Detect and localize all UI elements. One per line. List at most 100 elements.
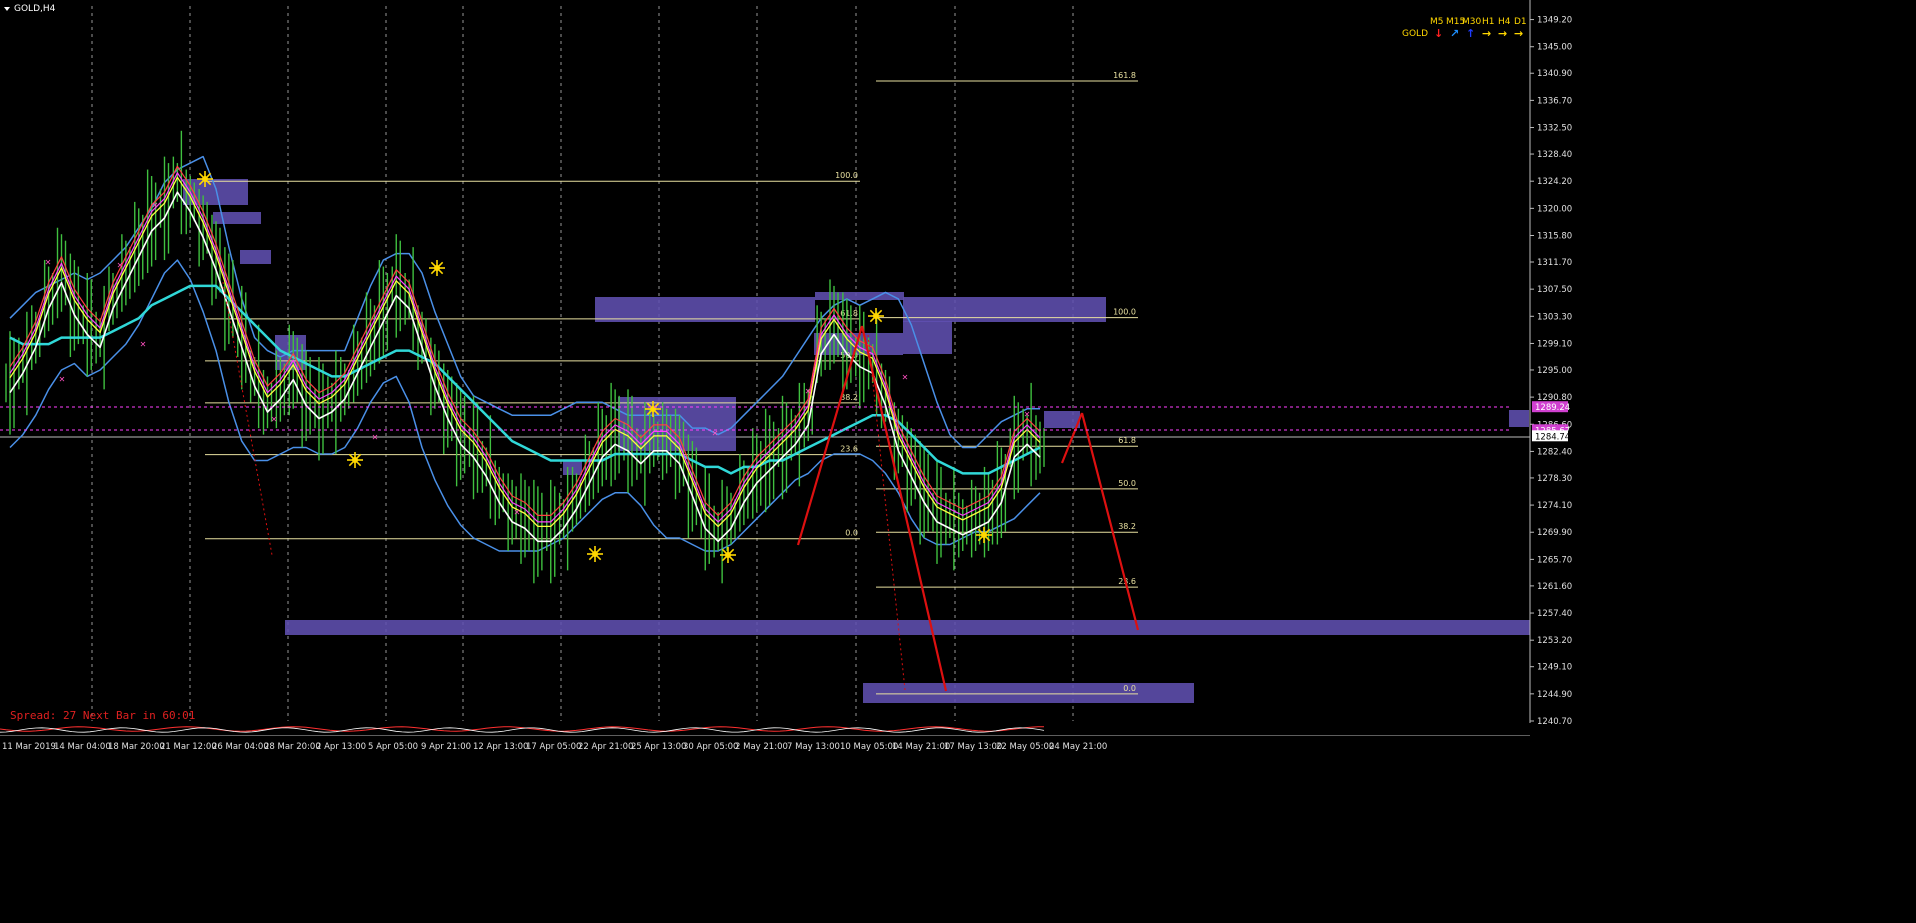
mtf-timeframe-label: M5 <box>1430 17 1444 27</box>
swing-star-icon <box>976 527 992 543</box>
status-text: Spread: 27 Next Bar in 60:01 <box>10 709 195 722</box>
zone-rect <box>240 250 271 264</box>
level-price-text: 1289.24 <box>1535 403 1570 413</box>
y-tick-label: 1253.20 <box>1537 636 1572 646</box>
star-center <box>592 551 598 557</box>
x-tick-label: 24 May 21:00 <box>1049 742 1107 752</box>
mtf-arrow-icon: → <box>1498 27 1507 40</box>
symbol-title: GOLD,H4 <box>14 4 56 14</box>
swing-star-icon <box>587 546 603 562</box>
mtf-timeframe-label: H4 <box>1498 17 1511 27</box>
y-tick-label: 1340.90 <box>1537 69 1572 79</box>
y-tick-label: 1345.00 <box>1537 43 1572 53</box>
x-tick-label: 2 Apr 13:00 <box>316 742 366 752</box>
zone-rect <box>595 297 815 322</box>
fib-level-label: 0.0 <box>1123 684 1136 693</box>
zone-rect <box>903 297 1106 322</box>
zone-rect <box>863 683 1194 703</box>
price-axis: 1349.20 1345.00 1340.90 1336.70 1332.50 1328.… <box>1529 0 1916 923</box>
x-tick-label: 30 Apr 05:00 <box>683 742 738 752</box>
fib-level-label: 23.6 <box>840 445 858 454</box>
swing-star-icon <box>645 401 661 417</box>
swing-star-icon <box>868 308 884 324</box>
zone-rect <box>1044 411 1080 428</box>
cross-marker-icon: ✕ <box>902 373 909 382</box>
current-price-text: 1284.74 <box>1535 432 1570 442</box>
swing-star-icon <box>347 452 363 468</box>
x-tick-label: 12 Apr 13:00 <box>473 742 528 752</box>
x-tick-label: 26 Mar 04:00 <box>212 742 269 752</box>
mtf-timeframe-label: H1 <box>1482 17 1495 27</box>
zone-rect <box>815 292 904 300</box>
mtf-arrow-icon: → <box>1514 27 1523 40</box>
y-tick-label: 1320.00 <box>1537 204 1572 214</box>
cross-marker-icon: ✕ <box>271 415 278 424</box>
mtf-arrow-icon: ↗ <box>1450 27 1459 40</box>
y-tick-label: 1336.70 <box>1537 96 1572 106</box>
y-tick-label: 1278.30 <box>1537 474 1572 484</box>
mtf-arrow-icon: ↓ <box>1434 27 1443 40</box>
star-center <box>873 313 879 319</box>
mtf-symbol-label: GOLD <box>1402 29 1428 39</box>
osc-background <box>0 724 1530 735</box>
fib-level-label: 100.0 <box>1113 308 1136 317</box>
x-tick-label: 25 Apr 13:00 <box>631 742 686 752</box>
y-tick-label: 1240.70 <box>1537 717 1572 727</box>
x-tick-label: 21 Mar 12:00 <box>160 742 217 752</box>
x-tick-label: 5 Apr 05:00 <box>368 742 418 752</box>
y-tick-label: 1315.80 <box>1537 231 1572 241</box>
fib-level-label: 161.8 <box>1113 71 1136 80</box>
x-tick-label: 22 Apr 21:00 <box>578 742 633 752</box>
fib-level-label: 0.0 <box>845 529 858 538</box>
y-tick-label: 1307.50 <box>1537 285 1572 295</box>
star-center <box>725 552 731 558</box>
mtf-arrow-icon: ↑ <box>1466 27 1475 40</box>
fib-level-label: 38.2 <box>1118 522 1136 531</box>
swing-star-icon <box>720 547 736 563</box>
cross-marker-icon: ✕ <box>805 387 812 396</box>
y-tick-label: 1282.40 <box>1537 447 1572 457</box>
x-tick-label: 28 Mar 20:00 <box>264 742 321 752</box>
y-tick-label: 1311.70 <box>1537 258 1572 268</box>
x-tick-label: 22 May 05:00 <box>996 742 1054 752</box>
swing-star-icon <box>429 260 445 276</box>
fib-level-label: 61.8 <box>1118 436 1136 445</box>
x-tick-label: 14 May 21:00 <box>892 742 950 752</box>
y-tick-label: 1332.50 <box>1537 124 1572 134</box>
mtf-timeframe-label: M30 <box>1462 17 1481 27</box>
cross-marker-icon: ✕ <box>117 261 124 270</box>
zone-rect <box>213 212 261 224</box>
cross-marker-icon: ✕ <box>59 375 66 384</box>
axis-background <box>1530 0 1916 923</box>
x-tick-label: 7 May 13:00 <box>787 742 840 752</box>
y-tick-label: 1324.20 <box>1537 177 1572 187</box>
cross-marker-icon: ✕ <box>140 340 147 349</box>
y-tick-label: 1244.90 <box>1537 690 1572 700</box>
y-tick-label: 1249.10 <box>1537 663 1572 673</box>
x-tick-label: 17 May 13:00 <box>944 742 1002 752</box>
cross-marker-icon: ✕ <box>1024 410 1031 419</box>
cross-marker-icon: ✕ <box>372 433 379 442</box>
gold-h4-chart[interactable]: 100.061.850.038.223.60.0161.8100.061.850… <box>0 0 1916 923</box>
y-tick-label: 1269.90 <box>1537 528 1572 538</box>
zone-rect <box>285 620 1530 635</box>
star-center <box>434 265 440 271</box>
x-tick-label: 11 Mar 2019 <box>2 742 56 752</box>
y-tick-label: 1265.70 <box>1537 555 1572 565</box>
cross-marker-icon: ✕ <box>514 508 521 517</box>
star-center <box>202 176 208 182</box>
swing-star-icon <box>197 171 213 187</box>
x-tick-label: 10 May 05:00 <box>840 742 898 752</box>
zone-rect <box>1509 410 1529 427</box>
y-tick-label: 1274.10 <box>1537 501 1572 511</box>
star-center <box>981 532 987 538</box>
x-tick-label: 17 Apr 05:00 <box>526 742 581 752</box>
cross-marker-icon: ✕ <box>45 258 52 267</box>
oscillator-subwindow <box>0 724 1530 735</box>
mtf-arrow-icon: → <box>1482 27 1491 40</box>
y-tick-label: 1328.40 <box>1537 150 1572 160</box>
x-tick-label: 18 Mar 20:00 <box>108 742 165 752</box>
cross-marker-icon: ✕ <box>152 201 159 210</box>
y-tick-label: 1261.60 <box>1537 582 1572 592</box>
y-tick-label: 1295.00 <box>1537 366 1572 376</box>
